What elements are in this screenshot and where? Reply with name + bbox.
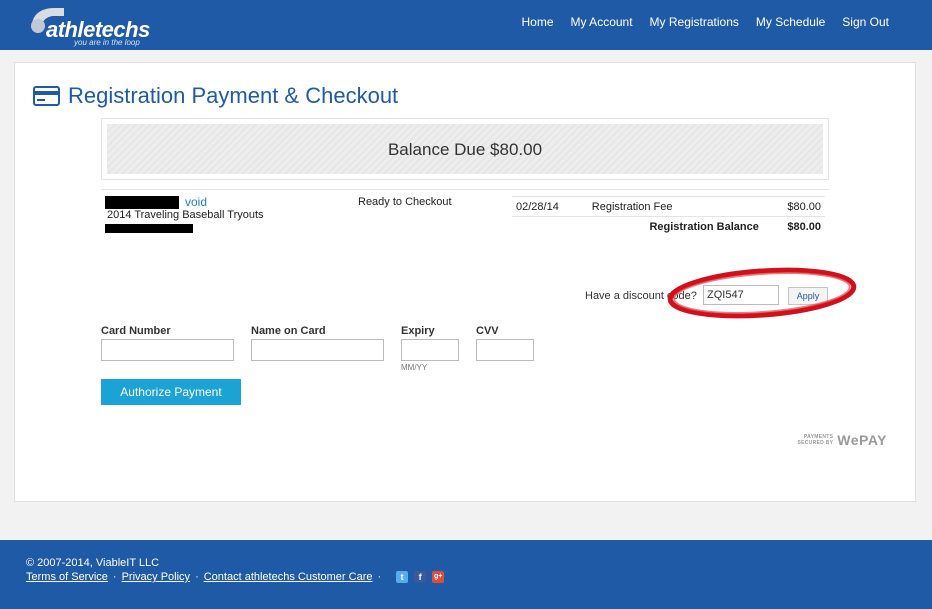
card-number-label: Card Number — [101, 325, 171, 337]
expiry-field-group: Expiry MM/YY — [401, 325, 459, 372]
fee-date: 02/28/14 — [512, 196, 588, 217]
nav-sign-out[interactable]: Sign Out — [842, 15, 889, 29]
balance-due-box: Balance Due $80.00 — [101, 118, 829, 180]
privacy-policy-link[interactable]: Privacy Policy — [122, 571, 190, 583]
cvv-field-group: CVV — [476, 325, 534, 361]
void-link[interactable]: void — [185, 195, 207, 209]
card-number-field-group: Card Number — [101, 325, 234, 361]
discount-section: Have a discount code? Apply — [585, 285, 845, 307]
fee-description: Registration Fee — [587, 196, 763, 217]
balance-row: Registration Balance $80.00 — [512, 217, 825, 237]
fee-amount: $80.00 — [762, 196, 825, 217]
credit-card-icon — [33, 86, 60, 106]
redacted-participant-name — [105, 196, 179, 209]
name-on-card-label: Name on Card — [251, 325, 326, 337]
name-on-card-input[interactable] — [251, 339, 384, 361]
page-title: Registration Payment & Checkout — [33, 83, 398, 109]
authorize-payment-button[interactable]: Authorize Payment — [101, 379, 241, 405]
page-heading: Registration Payment & Checkout — [68, 83, 399, 108]
main-nav: Home My Account My Registrations My Sche… — [522, 15, 890, 29]
balance-label: Registration Balance — [649, 220, 759, 233]
expiry-hint: MM/YY — [401, 363, 428, 372]
customer-care-link[interactable]: Contact athletechs Customer Care — [204, 571, 373, 583]
top-navbar: athletechs you are in the loop Home My A… — [0, 0, 932, 50]
card-number-input[interactable] — [101, 339, 234, 361]
checkout-panel: Registration Payment & Checkout Balance … — [14, 62, 916, 502]
name-on-card-field-group: Name on Card — [251, 325, 384, 361]
wepay-badge: PAYMENTS SECURED BY WePAY — [797, 432, 887, 448]
terms-of-service-link[interactable]: Terms of Service — [26, 571, 108, 583]
fee-row: 02/28/14 Registration Fee $80.00 — [512, 196, 825, 217]
cvv-label: CVV — [476, 325, 499, 337]
event-name: 2014 Traveling Baseball Tryouts — [107, 209, 264, 221]
copyright-text: © 2007-2014, ViableIT LLC — [26, 557, 160, 569]
nav-my-registrations[interactable]: My Registrations — [650, 15, 739, 29]
balance-amount: $80.00 — [787, 220, 821, 233]
athletechs-logo[interactable]: athletechs you are in the loop — [28, 4, 158, 48]
wepay-secured-text: PAYMENTS SECURED BY — [797, 434, 834, 446]
redacted-detail — [105, 224, 193, 233]
facebook-icon[interactable]: f — [414, 571, 427, 583]
social-icons: t f g+ — [396, 571, 445, 583]
fee-table: 02/28/14 Registration Fee $80.00 Registr… — [512, 196, 825, 237]
twitter-icon[interactable]: t — [396, 571, 409, 583]
balance-due-background: Balance Due $80.00 — [107, 124, 823, 174]
logo-tagline: you are in the loop — [74, 38, 140, 47]
google-plus-icon[interactable]: g+ — [432, 571, 445, 583]
nav-my-account[interactable]: My Account — [571, 15, 633, 29]
expiry-label: Expiry — [401, 325, 435, 337]
discount-label: Have a discount code? — [585, 290, 697, 302]
cvv-input[interactable] — [476, 339, 534, 361]
footer-links: Terms of Service · Privacy Policy · Cont… — [26, 571, 445, 583]
wepay-logo: WePAY — [837, 432, 887, 448]
registration-row: void 2014 Traveling Baseball Tryouts Rea… — [101, 189, 829, 249]
nav-my-schedule[interactable]: My Schedule — [756, 15, 825, 29]
nav-home[interactable]: Home — [522, 15, 554, 29]
balance-due-text: Balance Due $80.00 — [387, 140, 543, 159]
expiry-input[interactable] — [401, 339, 459, 361]
registration-status: Ready to Checkout — [358, 196, 452, 208]
page-footer: © 2007-2014, ViableIT LLC Terms of Servi… — [0, 540, 932, 609]
apply-discount-button[interactable]: Apply — [788, 287, 828, 305]
discount-code-input[interactable] — [703, 285, 779, 305]
